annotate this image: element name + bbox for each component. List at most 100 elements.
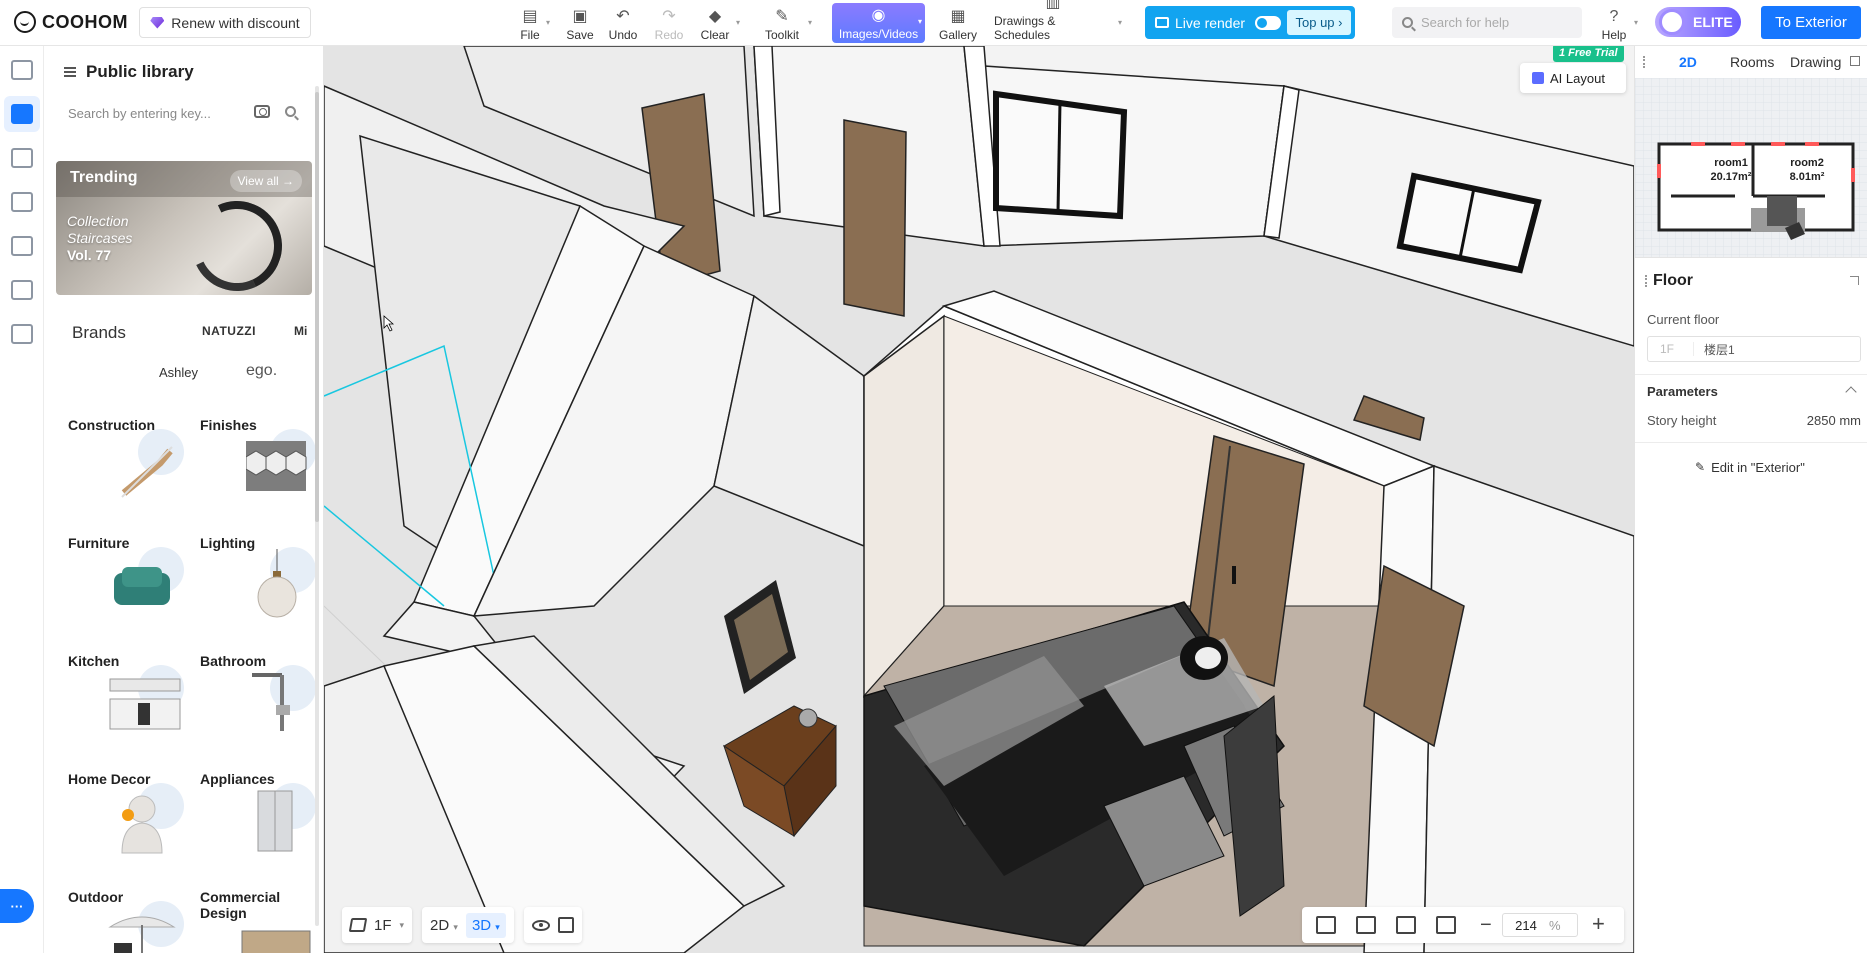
image-search-icon[interactable] [254,105,270,118]
floorplan-minimap[interactable]: room1 20.17m² room2 8.01m² [1635,78,1867,258]
3d-viewport[interactable] [324,46,1634,953]
drawings-schedules-button[interactable]: ▥ Drawings & Schedules ▾ [994,0,1122,42]
rail-cabinet-button[interactable] [4,316,40,352]
select-area-icon[interactable] [1316,916,1336,934]
category-commercial-design[interactable]: Commercial Design [200,889,316,953]
brand-ego[interactable]: ego. [246,362,277,380]
clear-button[interactable]: ◆ Clear ▾ [700,4,740,42]
category-label: Commercial Design [200,889,281,921]
terrain-icon [11,192,33,212]
bust-thumbnail [121,795,163,854]
toolkit-button[interactable]: ✎ Toolkit ▾ [762,4,812,42]
zoom-area-icon[interactable] [1436,916,1456,934]
help-search-placeholder: Search for help [1421,15,1510,30]
toolkit-label: Toolkit [764,28,799,42]
story-height-value[interactable]: 2850 mm [1807,413,1861,428]
rail-terrain-button[interactable] [4,184,40,220]
coohom-logo[interactable]: COOHOM [14,9,128,35]
brand-ashley[interactable]: Ashley [159,365,198,380]
save-button[interactable]: ▣ Save [565,4,595,42]
rail-library-button[interactable] [4,96,40,132]
help-icon: ? [1609,8,1619,25]
help-button[interactable]: ? Help ▾ [1600,4,1638,42]
elite-badge[interactable]: ELITE [1655,7,1741,37]
category-bathroom[interactable]: Bathroom [200,653,316,753]
public-library-panel: Public library Search by entering key...… [44,46,324,953]
undo-button[interactable]: ↶ Undo [608,4,638,42]
file-label: File [520,28,540,42]
edit-in-exterior-link[interactable]: ✎ Edit in "Exterior" [1695,460,1805,475]
kitchen-thumbnail [109,678,181,730]
drag-handle-icon[interactable] [1643,56,1647,68]
rail-user-button[interactable] [4,228,40,264]
chat-button[interactable]: ··· [0,889,34,923]
divider [1635,374,1867,375]
rail-structure-button[interactable] [4,140,40,176]
category-construction[interactable]: Construction [68,417,184,517]
chevron-up-icon[interactable] [1845,386,1857,398]
floorplan-drawing: room1 20.17m² room2 8.01m² [1635,78,1867,257]
library-search-input[interactable]: Search by entering key... [56,96,310,130]
chevron-down-icon: ▾ [1633,18,1638,27]
commercial-thumbnail [241,930,311,953]
shower-thumbnail [252,673,290,731]
redo-button[interactable]: ↷ Redo [654,4,684,42]
avatar [1659,9,1685,35]
view-all-link[interactable]: View all → [229,170,302,192]
category-home-decor[interactable]: Home Decor [68,771,184,871]
tab-rooms[interactable]: Rooms [1730,54,1774,70]
tab-drawing[interactable]: Drawing [1790,54,1841,70]
camera-icon [1155,17,1169,28]
live-render-toggle[interactable] [1255,15,1282,30]
expand-icon[interactable] [1850,56,1860,66]
trending-banner[interactable]: Trending View all → Collection Staircase… [56,161,312,295]
drag-handle-icon[interactable] [1645,275,1649,287]
help-search-input[interactable]: Search for help [1392,7,1582,38]
eye-icon[interactable] [531,919,550,931]
category-outdoor[interactable]: Outdoor [68,889,184,953]
category-furniture[interactable]: Furniture [68,535,184,635]
staircase-image [179,188,295,295]
wrench-icon: ✎ [775,8,789,25]
chevron-down-icon: ▾ [453,921,458,932]
floor-selector[interactable]: 1F ▾ [342,907,413,943]
room1-area: 20.17m² [1711,171,1752,183]
zoom-input[interactable]: 214 % [1502,913,1578,937]
user-icon [11,236,33,256]
view-3d-button[interactable]: 3D ▾ [465,912,506,938]
save-label: Save [566,28,594,42]
document-icon: ▥ [1045,0,1061,11]
camera-settings-icon[interactable] [1356,916,1376,934]
zoom-out-button[interactable]: − [1480,915,1492,935]
room2-name: room2 [1790,157,1824,169]
search-icon[interactable] [285,106,296,117]
zoom-in-button[interactable]: + [1592,913,1605,935]
category-kitchen[interactable]: Kitchen [68,653,184,753]
cube-icon[interactable] [557,917,574,933]
category-appliances[interactable]: Appliances [200,771,316,871]
library-scrollbar-thumb[interactable] [315,92,319,522]
images-videos-button[interactable]: ◉ Images/Videos ▾ [832,3,925,43]
fit-view-icon[interactable] [1396,916,1416,934]
list-icon[interactable] [64,67,76,77]
brand-natuzzi[interactable]: NATUZZI [202,324,256,338]
file-button[interactable]: ▤ File ▾ [520,4,550,42]
renew-button[interactable]: Renew with discount [139,7,311,38]
chevron-down-icon: ▾ [917,17,922,26]
gallery-button[interactable]: ▦ Gallery [938,4,978,42]
lightbulb-icon [11,280,33,300]
current-floor-select[interactable]: 1F 楼层1 [1647,336,1861,362]
expand-icon[interactable] [1850,276,1859,285]
ai-layout-button[interactable]: AI Layout [1520,63,1626,93]
floor-title: Floor [1653,272,1693,289]
rail-idea-button[interactable] [4,272,40,308]
to-exterior-button[interactable]: To Exterior [1761,6,1861,39]
brand-mi[interactable]: Mi [294,324,307,338]
view-2d-button[interactable]: 2D ▾ [430,917,458,934]
category-lighting[interactable]: Lighting [200,535,316,635]
pencil-icon: ✎ [1695,460,1706,474]
tab-2d[interactable]: 2D [1679,54,1697,70]
rail-house-button[interactable] [4,52,40,88]
top-up-button[interactable]: Top up › [1287,10,1351,35]
category-finishes[interactable]: Finishes [200,417,316,517]
